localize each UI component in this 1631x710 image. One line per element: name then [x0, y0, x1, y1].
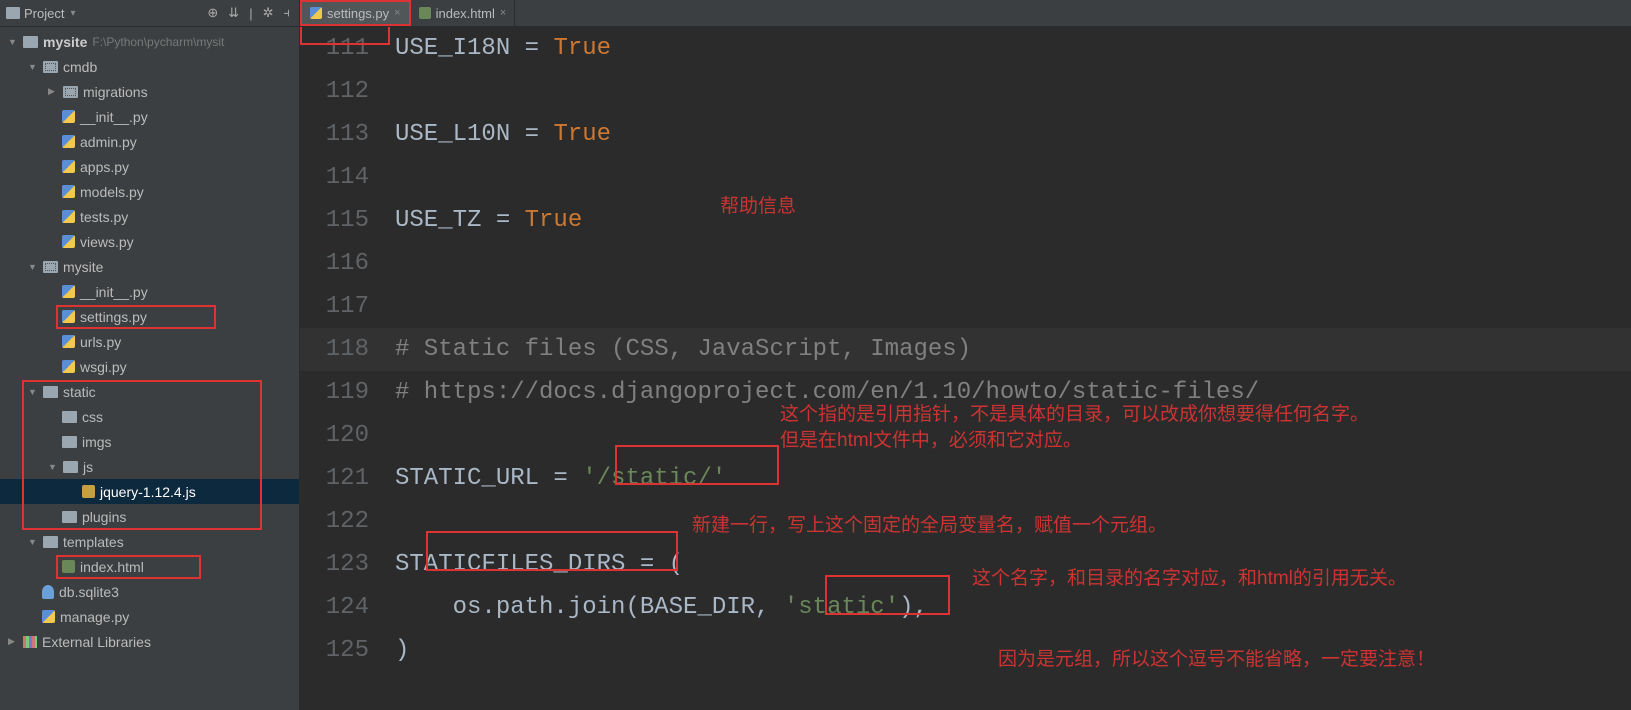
package-icon: [63, 86, 78, 98]
line-number: 125: [300, 637, 395, 664]
tree-migrations[interactable]: ▶migrations: [0, 79, 299, 104]
line-number: 124: [300, 594, 395, 621]
target-icon[interactable]: ⊕: [204, 5, 221, 21]
python-file-icon: [62, 335, 75, 348]
python-file-icon: [42, 610, 55, 623]
folder-icon: [63, 461, 78, 473]
tree-db[interactable]: db.sqlite3: [0, 579, 299, 604]
tree-jquery[interactable]: jquery-1.12.4.js: [0, 479, 299, 504]
libraries-icon: [23, 636, 37, 648]
project-tree: ▼ mysite F:\Python\pycharm\mysit ▼cmdb ▶…: [0, 27, 300, 710]
project-panel-header: Project ▾ ⊕ ⇊ | ✲ ⫞: [0, 0, 300, 26]
python-icon: [310, 7, 322, 19]
line-number: 123: [300, 551, 395, 578]
line-number: 121: [300, 465, 395, 492]
line-number: 115: [300, 207, 395, 234]
html-icon: [419, 7, 431, 19]
folder-icon: [43, 536, 58, 548]
line-number: 112: [300, 78, 395, 105]
tree-plugins[interactable]: plugins: [0, 504, 299, 529]
tree-mysite-pkg[interactable]: ▼mysite: [0, 254, 299, 279]
chevron-down-icon[interactable]: ▼: [8, 37, 18, 47]
js-file-icon: [82, 485, 95, 498]
tree-cmdb-views[interactable]: views.py: [0, 229, 299, 254]
python-file-icon: [62, 285, 75, 298]
line-number: 111: [300, 35, 395, 62]
line-number: 116: [300, 250, 395, 277]
python-file-icon: [62, 235, 75, 248]
main: ▼ mysite F:\Python\pycharm\mysit ▼cmdb ▶…: [0, 27, 1631, 710]
tree-root[interactable]: ▼ mysite F:\Python\pycharm\mysit: [0, 29, 299, 54]
root-name: mysite: [43, 34, 87, 50]
python-file-icon: [62, 360, 75, 373]
tree-cmdb-init[interactable]: __init__.py: [0, 104, 299, 129]
tree-cmdb-tests[interactable]: tests.py: [0, 204, 299, 229]
root-path: F:\Python\pycharm\mysit: [92, 35, 224, 49]
tab-settings-py[interactable]: settings.py ×: [300, 0, 411, 26]
tree-cmdb-models[interactable]: models.py: [0, 179, 299, 204]
tree-cmdb-admin[interactable]: admin.py: [0, 129, 299, 154]
tree-mysite-init[interactable]: __init__.py: [0, 279, 299, 304]
tab-label: settings.py: [327, 6, 389, 21]
project-title: Project: [24, 6, 64, 21]
tab-index-html[interactable]: index.html ×: [411, 0, 516, 26]
line-number: 122: [300, 508, 395, 535]
code-editor[interactable]: 111USE_I18N = True 112 113USE_L10N = Tru…: [300, 27, 1631, 710]
tree-index-html[interactable]: index.html: [0, 554, 299, 579]
close-icon[interactable]: ×: [500, 7, 506, 19]
tree-imgs[interactable]: imgs: [0, 429, 299, 454]
editor-tabs: settings.py × index.html ×: [300, 0, 515, 26]
package-icon: [43, 61, 58, 73]
line-number: 118: [300, 336, 395, 363]
hide-icon[interactable]: ⫞: [281, 5, 294, 21]
tree-static[interactable]: ▼static: [0, 379, 299, 404]
tree-mysite-wsgi[interactable]: wsgi.py: [0, 354, 299, 379]
folder-icon: [43, 386, 58, 398]
line-number: 114: [300, 164, 395, 191]
python-file-icon: [62, 185, 75, 198]
folder-icon: [62, 511, 77, 523]
python-file-icon: [62, 160, 75, 173]
tree-js[interactable]: ▼js: [0, 454, 299, 479]
tree-cmdb[interactable]: ▼cmdb: [0, 54, 299, 79]
tree-css[interactable]: css: [0, 404, 299, 429]
gear-icon[interactable]: ✲: [260, 5, 277, 21]
html-file-icon: [62, 560, 75, 573]
tree-cmdb-apps[interactable]: apps.py: [0, 154, 299, 179]
python-file-icon: [62, 310, 75, 323]
divider: |: [246, 6, 255, 21]
folder-icon: [62, 411, 77, 423]
package-icon: [43, 261, 58, 273]
project-icon: [6, 7, 20, 19]
tree-manage[interactable]: manage.py: [0, 604, 299, 629]
tree-mysite-settings[interactable]: settings.py: [0, 304, 299, 329]
tree-external-libraries[interactable]: ▶External Libraries: [0, 629, 299, 654]
database-icon: [42, 585, 54, 599]
line-number: 113: [300, 121, 395, 148]
tab-label: index.html: [436, 6, 495, 21]
line-number: 119: [300, 379, 395, 406]
top-bar: Project ▾ ⊕ ⇊ | ✲ ⫞ settings.py × index.…: [0, 0, 1631, 27]
line-number: 120: [300, 422, 395, 449]
folder-icon: [23, 36, 38, 48]
close-icon[interactable]: ×: [394, 7, 400, 19]
line-number: 117: [300, 293, 395, 320]
folder-icon: [62, 436, 77, 448]
tree-templates[interactable]: ▼templates: [0, 529, 299, 554]
python-file-icon: [62, 110, 75, 123]
python-file-icon: [62, 135, 75, 148]
dropdown-icon[interactable]: ▾: [70, 8, 75, 19]
tree-mysite-urls[interactable]: urls.py: [0, 329, 299, 354]
python-file-icon: [62, 210, 75, 223]
collapse-icon[interactable]: ⇊: [225, 5, 242, 21]
